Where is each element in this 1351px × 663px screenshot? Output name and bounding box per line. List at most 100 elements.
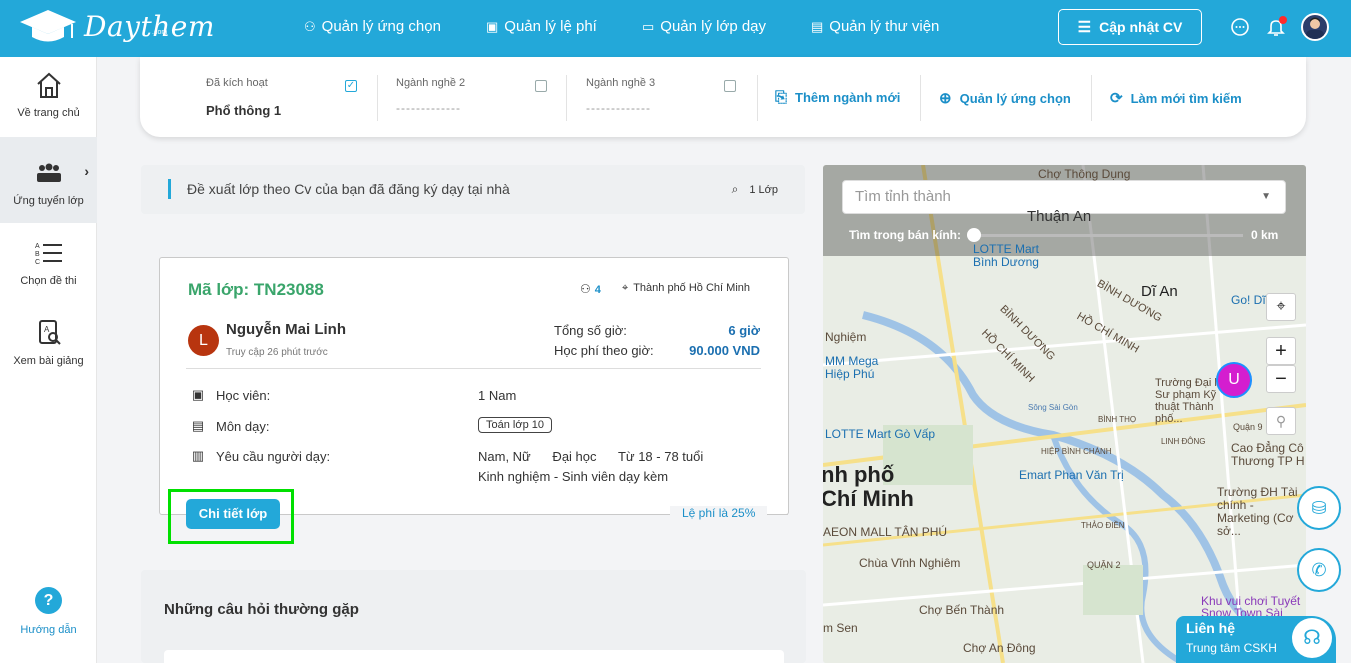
plus-circle-icon: ⊕ xyxy=(939,90,952,107)
faq-section: Những câu hỏi thường gặp xyxy=(141,570,806,663)
top-header: Daythem .com ⚇ Quản lý ứng chọn ▣ Quản l… xyxy=(0,0,1351,57)
member-count-value: 4 xyxy=(594,284,601,296)
manage-selection-button[interactable]: ⊕ Quản lý ứng chọn xyxy=(939,89,1071,107)
manage-label: Quản lý ứng chọn xyxy=(959,90,1071,106)
map-label: Go! Dĩ xyxy=(1231,293,1266,307)
chat-icon[interactable] xyxy=(1229,17,1251,39)
major-1-label: Đã kích hoạt xyxy=(206,77,268,89)
help-link[interactable]: ? Hướng dẫn xyxy=(0,587,97,636)
nav-label: Quản lý lệ phí xyxy=(504,18,597,35)
book-icon: ▤ xyxy=(191,418,205,433)
search-icon: ⌕ xyxy=(731,182,739,196)
location-pin-icon: ⌖ xyxy=(622,282,629,294)
contact-widget[interactable]: Liên hệ Trung tâm CSKH ☊ xyxy=(1176,616,1336,663)
locate-me-icon[interactable]: ⌖ xyxy=(1266,293,1296,321)
suggestion-header: Đề xuất lớp theo Cv của bạn đã đăng ký d… xyxy=(141,165,805,214)
headset-icon: ☊ xyxy=(1292,618,1332,658)
map-label: AEON MALL TÂN PHÚ xyxy=(823,525,948,539)
bell-icon[interactable] xyxy=(1265,16,1287,39)
major-1[interactable]: Đã kích hoạt Phổ thông 1 xyxy=(206,77,366,118)
nav-fees[interactable]: ▣ Quản lý lệ phí xyxy=(486,18,597,35)
nav-library[interactable]: ▤ Quản lý thư viện xyxy=(811,18,939,35)
map-label: Chùa Vĩnh Nghiêm xyxy=(859,556,961,570)
map-label: Quận 9 xyxy=(1233,422,1263,432)
parent-name: Nguyễn Mai Linh xyxy=(226,321,346,338)
students-row: ▣ Học viên: xyxy=(188,387,270,403)
refresh-search-button[interactable]: ⟳ Làm mới tìm kiếm xyxy=(1110,89,1242,107)
major-1-value: Phổ thông 1 xyxy=(206,103,282,118)
accent-bar xyxy=(168,179,171,199)
refresh-label: Làm mới tìm kiếm xyxy=(1130,90,1242,106)
divider xyxy=(186,368,761,369)
map-label: m Sen xyxy=(823,621,858,635)
teacher-icon: ▥ xyxy=(191,448,205,463)
city-label: Thành phố Hồ Chí Minh xyxy=(633,282,750,294)
logo[interactable]: Daythem xyxy=(18,8,215,44)
sidebar-item-home[interactable]: Về trang chủ xyxy=(0,71,97,119)
zoom-in-button[interactable]: + xyxy=(1266,337,1296,365)
zoom-out-button[interactable]: − xyxy=(1266,365,1296,393)
fee-rate: Lệ phí là 25% xyxy=(670,506,768,520)
add-major-label: Thêm ngành mới xyxy=(795,90,901,105)
graduation-cap-icon xyxy=(20,10,76,42)
sidebar-item-exams[interactable]: ABC Chọn đề thi xyxy=(0,239,97,287)
map-label: LOTTE Mart Bình Dương xyxy=(973,242,1040,269)
major-1-checkbox[interactable]: ✓ xyxy=(345,80,357,92)
province-placeholder: Tìm tỉnh thành xyxy=(855,188,951,205)
divider xyxy=(566,75,567,121)
major-3-label: Ngành nghề 3 xyxy=(586,77,656,89)
students-value: 1 Nam xyxy=(478,388,517,403)
map-label: HIỆP BÌNH CHÁNH xyxy=(1041,447,1112,456)
phone-float-button[interactable]: ✆ xyxy=(1297,548,1341,592)
radius-slider-track[interactable] xyxy=(969,234,1243,237)
phone-icon: ✆ xyxy=(1311,560,1327,580)
divider xyxy=(377,75,378,121)
map-label: Chợ Thông Dụng xyxy=(1038,167,1131,181)
sidebar-item-apply[interactable]: Ứng tuyển lớp › xyxy=(0,137,97,223)
user-avatar[interactable] xyxy=(1301,13,1329,41)
major-3-value: ------------- xyxy=(586,101,651,115)
sidebar-item-label: Chọn đề thi xyxy=(20,275,77,287)
dollar-icon: ▣ xyxy=(486,18,499,34)
user-location-pin[interactable]: U xyxy=(1216,362,1252,398)
people-icon: ⚇ xyxy=(580,282,591,296)
sidebar-item-lectures[interactable]: A Xem bài giảng xyxy=(0,319,97,367)
monitor-icon: ▭ xyxy=(642,18,655,34)
question-icon: ? xyxy=(35,587,62,614)
class-detail-button[interactable]: Chi tiết lớp xyxy=(186,499,280,529)
map-label: LINH ĐÔNG xyxy=(1161,437,1206,446)
parent-avatar: L xyxy=(188,325,219,356)
students-icon xyxy=(36,163,61,182)
suggestion-count: ⌕ 1 Lớp xyxy=(732,182,778,197)
contact-sub: Trung tâm CSKH xyxy=(1186,641,1277,655)
divider xyxy=(920,75,921,121)
svg-text:B: B xyxy=(35,251,40,258)
nav-users[interactable]: ⚇ Quản lý ứng chọn xyxy=(304,18,441,35)
contact-title: Liên hệ xyxy=(1186,620,1236,636)
add-person-icon[interactable]: ⚲ xyxy=(1266,407,1296,435)
map-label: LOTTE Mart Gò Vấp xyxy=(825,427,936,441)
logo-sub: .com xyxy=(152,29,168,36)
map-label: Dĩ An xyxy=(1141,283,1178,300)
update-cv-button[interactable]: ☰ Cập nhật CV xyxy=(1058,9,1202,45)
count-label: 1 Lớp xyxy=(749,184,778,196)
faq-item[interactable] xyxy=(164,650,784,663)
package-float-button[interactable]: ⛁ xyxy=(1297,486,1341,530)
radius-slider-handle[interactable] xyxy=(967,228,981,242)
add-major-button[interactable]: ⎘ Thêm ngành mới xyxy=(775,89,900,106)
map-label: Trường ĐH Tài chính - Marketing (Cơ sở..… xyxy=(1217,485,1298,538)
map-panel[interactable]: Tìm tỉnh thành ▼ Tìm trong bán kính: 0 k… xyxy=(823,165,1306,663)
major-3-checkbox[interactable] xyxy=(724,80,736,92)
home-icon xyxy=(36,72,61,98)
students-label: Học viên: xyxy=(216,387,271,403)
major-3[interactable]: Ngành nghề 3 ------------- xyxy=(586,77,726,115)
hourly-fee-label: Học phí theo giờ: xyxy=(554,343,654,358)
map-label: Thuận An xyxy=(1027,208,1092,225)
nav-classes[interactable]: ▭ Quản lý lớp dạy xyxy=(642,18,766,35)
major-2-checkbox[interactable] xyxy=(535,80,547,92)
major-2[interactable]: Ngành nghề 2 ------------- xyxy=(396,77,536,115)
faq-title: Những câu hỏi thường gặp xyxy=(164,601,359,618)
sidebar-item-label: Xem bài giảng xyxy=(13,355,84,367)
total-hours-label: Tổng số giờ: xyxy=(554,323,627,338)
svg-text:A: A xyxy=(44,325,50,334)
